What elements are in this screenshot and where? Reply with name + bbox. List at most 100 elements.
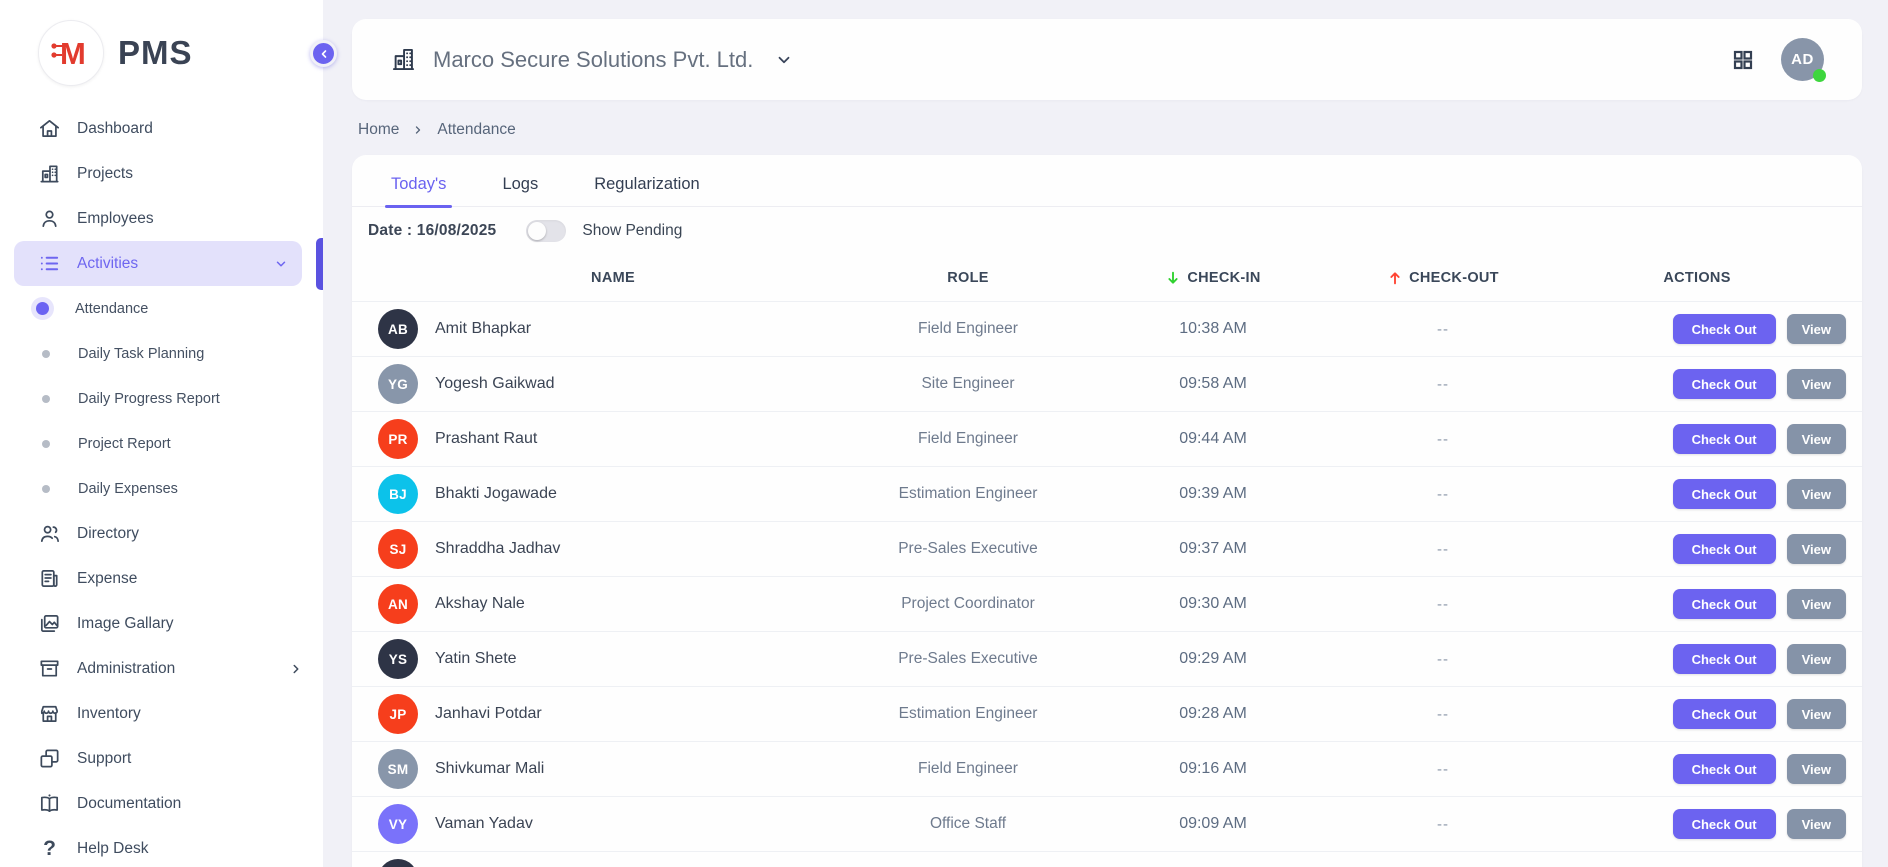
sidebar-item-documentation[interactable]: Documentation [0,781,323,826]
view-button[interactable]: View [1787,589,1846,619]
sidebar-item-label: Expense [77,570,137,588]
check-out-button[interactable]: Check Out [1673,589,1776,619]
main-content: Marco Secure Solutions Pvt. Ltd. AD Home… [323,0,1888,867]
breadcrumb-current: Attendance [437,121,515,139]
view-button[interactable]: View [1787,314,1846,344]
breadcrumb-home[interactable]: Home [358,121,399,139]
check-out-button[interactable]: Check Out [1673,534,1776,564]
sidebar-nav: Dashboard Projects Employees Activities … [0,100,323,867]
employee-role: Field Engineer [848,760,1088,778]
check-out-time: -- [1338,486,1548,503]
view-button[interactable]: View [1787,754,1846,784]
app-name: PMS [118,34,193,72]
sidebar-subitem-label: Project Report [78,436,171,452]
check-out-button[interactable]: Check Out [1673,424,1776,454]
table-row: ANAkshay Nale Project Coordinator 09:30 … [352,576,1862,631]
sidebar-item-label: Projects [77,165,133,183]
sidebar-item-help-desk[interactable]: ? Help Desk [0,826,323,867]
sidebar-item-label: Employees [77,210,154,228]
employee-name: Vaman Yadav [435,815,533,833]
sidebar-subitem-label: Daily Expenses [78,481,178,497]
user-icon [38,207,61,230]
header-actions: AD [1731,38,1824,81]
check-out-button[interactable]: Check Out [1673,809,1776,839]
view-button[interactable]: View [1787,479,1846,509]
sidebar-item-projects[interactable]: Projects [0,151,323,196]
avatar: SM [378,749,418,789]
employee-role: Estimation Engineer [848,485,1088,503]
table-row: BJBhakti Jogawade Estimation Engineer 09… [352,466,1862,521]
sidebar-item-administration[interactable]: Administration [0,646,323,691]
view-button[interactable]: View [1787,644,1846,674]
sidebar-item-daily-progress-report[interactable]: Daily Progress Report [0,376,323,421]
company-name: Marco Secure Solutions Pvt. Ltd. [433,47,753,73]
sidebar-item-label: Help Desk [77,840,149,858]
view-button[interactable]: View [1787,699,1846,729]
sidebar-item-project-report[interactable]: Project Report [0,421,323,466]
check-in-time: 09:44 AM [1088,430,1338,448]
check-out-time: -- [1338,596,1548,613]
tab-logs[interactable]: Logs [496,169,544,206]
building-icon [38,162,61,185]
sidebar-item-directory[interactable]: Directory [0,511,323,556]
people-icon [38,522,61,545]
employee-role: Site Engineer [848,375,1088,393]
sidebar-item-support[interactable]: Support [0,736,323,781]
chevron-down-icon [274,257,288,271]
user-menu[interactable]: AD [1781,38,1824,81]
avatar [378,859,418,867]
employee-name: Akshay Nale [435,595,525,613]
avatar: SJ [378,529,418,569]
check-out-button[interactable]: Check Out [1673,699,1776,729]
sidebar-item-daily-expenses[interactable]: Daily Expenses [0,466,323,511]
breadcrumb: Home Attendance [352,100,1862,139]
sidebar-item-image-gallary[interactable]: Image Gallary [0,601,323,646]
check-in-time: 09:16 AM [1088,760,1338,778]
column-header-role: ROLE [848,270,1088,286]
check-out-button[interactable]: Check Out [1673,369,1776,399]
table-row: ABAmit Bhapkar Field Engineer 10:38 AM -… [352,301,1862,356]
check-in-time: 09:29 AM [1088,650,1338,668]
view-button[interactable]: View [1787,809,1846,839]
sidebar-item-label: Support [77,750,131,768]
sidebar-item-activities[interactable]: Activities [14,241,302,286]
sidebar-subitem-label: Daily Progress Report [78,391,220,407]
chevron-right-icon [412,124,424,136]
check-out-button[interactable]: Check Out [1673,644,1776,674]
table-row: PRPrashant Raut Field Engineer 09:44 AM … [352,411,1862,466]
employee-name: Amit Bhapkar [435,320,531,338]
check-in-time: 09:28 AM [1088,705,1338,723]
bullet-dot-icon [42,440,50,448]
check-out-button[interactable]: Check Out [1673,754,1776,784]
sidebar-item-inventory[interactable]: Inventory [0,691,323,736]
toggle-knob [528,222,546,240]
column-header-check-in[interactable]: CHECK-IN [1088,270,1338,286]
sidebar-item-employees[interactable]: Employees [0,196,323,241]
check-in-time: 10:38 AM [1088,320,1338,338]
view-button[interactable]: View [1787,369,1846,399]
sidebar-subitem-label: Attendance [75,301,148,317]
sidebar-collapse-button[interactable] [310,40,337,67]
company-selector[interactable]: Marco Secure Solutions Pvt. Ltd. [390,46,793,73]
apps-grid-icon[interactable] [1731,48,1755,72]
sidebar-item-daily-task-planning[interactable]: Daily Task Planning [0,331,323,376]
sidebar-item-expense[interactable]: Expense [0,556,323,601]
sidebar-item-attendance[interactable]: Attendance [0,286,323,331]
tab-todays[interactable]: Today's [385,169,452,206]
check-out-time: -- [1338,431,1548,448]
avatar: YG [378,364,418,404]
sidebar-item-dashboard[interactable]: Dashboard [0,106,323,151]
overlap-squares-icon [38,747,61,770]
chevron-left-icon [318,48,330,60]
sidebar: M PMS Dashboard Projects Employees [0,0,323,867]
tab-regularization[interactable]: Regularization [588,169,705,206]
archive-box-icon [38,657,61,680]
view-button[interactable]: View [1787,424,1846,454]
table-row: JPJanhavi Potdar Estimation Engineer 09:… [352,686,1862,741]
view-button[interactable]: View [1787,534,1846,564]
check-out-button[interactable]: Check Out [1673,479,1776,509]
check-out-button[interactable]: Check Out [1673,314,1776,344]
avatar: YS [378,639,418,679]
show-pending-toggle[interactable] [526,220,566,242]
column-header-check-out[interactable]: CHECK-OUT [1338,270,1548,286]
